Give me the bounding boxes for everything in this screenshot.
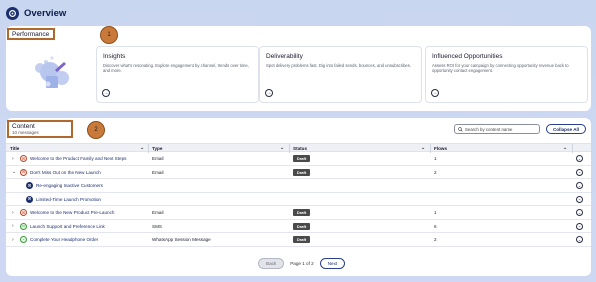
- page-indicator: Page 1 of 2: [290, 261, 314, 266]
- table-header: Title ⌄ Type ⌄ Status ⌄ Flows ⌄: [6, 143, 591, 153]
- email-icon: ✉: [20, 209, 27, 216]
- email-icon: ✉: [20, 155, 27, 162]
- sms-icon: ▭: [20, 222, 27, 230]
- content-search[interactable]: [454, 124, 540, 134]
- table-row[interactable]: ⌘ Limited-Time Launch Promotion ⌄: [6, 193, 591, 206]
- page-title: Overview: [24, 7, 67, 19]
- flow-icon: ⌘: [26, 195, 33, 203]
- content-title-link[interactable]: Limited-Time Launch Promotion: [36, 197, 101, 202]
- flows-count: 2: [434, 169, 437, 175]
- chevron-right-icon[interactable]: ›: [12, 237, 16, 243]
- content-title-link[interactable]: Launch Support and Preference Link: [30, 224, 105, 229]
- status-badge: Draft: [293, 236, 310, 243]
- search-input[interactable]: [464, 126, 539, 132]
- chevron-right-icon[interactable]: ›: [12, 223, 16, 229]
- status-badge: Draft: [293, 222, 310, 230]
- content-table: Title ⌄ Type ⌄ Status ⌄ Flows ⌄ › ✉ Welcom…: [6, 143, 591, 247]
- content-type: SMS: [152, 223, 162, 229]
- column-status[interactable]: Status: [293, 146, 307, 151]
- chevron-down-icon[interactable]: ⌄: [12, 169, 16, 175]
- row-actions-chevron-icon[interactable]: ⌄: [576, 155, 583, 162]
- arrow-right-icon[interactable]: →: [431, 89, 439, 97]
- flows-count: 1: [434, 156, 437, 161]
- deliverability-card[interactable]: Deliverability Spot delivery problems fa…: [259, 46, 422, 103]
- row-actions-chevron-icon[interactable]: ⌄: [576, 222, 583, 230]
- content-message-count: 10 messages: [12, 130, 39, 135]
- content-type: Email: [152, 156, 164, 161]
- status-badge: Draft: [293, 155, 310, 162]
- row-actions-chevron-icon[interactable]: ⌄: [576, 182, 583, 189]
- row-actions-chevron-icon[interactable]: ⌄: [576, 168, 583, 176]
- content-type: Email: [152, 169, 164, 175]
- next-button[interactable]: Next: [319, 258, 346, 269]
- deliverability-card-description: Spot delivery problems fast. Dig into fa…: [266, 63, 412, 68]
- step-badge-2: 2: [87, 121, 105, 139]
- wa-icon: ◔: [20, 236, 27, 243]
- flows-count: 1: [434, 210, 437, 215]
- content-title-link[interactable]: Welcome to the New Product Pre-Launch: [30, 210, 114, 215]
- insights-card[interactable]: Insights Discover what's resonating. Exp…: [96, 46, 259, 103]
- table-row[interactable]: › ▭ Launch Support and Preference Link SMS D…: [6, 220, 591, 233]
- column-flows[interactable]: Flows: [434, 146, 447, 151]
- flow-icon: ⌘: [26, 182, 33, 189]
- chevron-down-icon[interactable]: ⌄: [280, 145, 286, 151]
- row-actions-chevron-icon[interactable]: ⌄: [576, 195, 583, 203]
- flows-count: 2: [434, 237, 437, 242]
- table-row[interactable]: › ✉ Welcome to the New Product Pre-Launch E…: [6, 206, 591, 220]
- pagination: Back Page 1 of 2 Next: [258, 258, 346, 269]
- row-actions-chevron-icon[interactable]: ⌄: [576, 209, 583, 216]
- status-badge: Draft: [293, 209, 310, 216]
- email-icon: ✉: [20, 168, 27, 176]
- insights-card-title: Insights: [103, 53, 126, 60]
- status-badge: Draft: [293, 168, 310, 176]
- table-row[interactable]: ⌘ Re-engaging Inactive Customers ⌄: [6, 179, 591, 193]
- content-label: Content 10 messages: [7, 120, 73, 138]
- content-type: WhatsApp Session Message: [152, 237, 211, 242]
- deliverability-card-title: Deliverability: [266, 53, 303, 60]
- content-label-title: Content: [12, 123, 35, 130]
- column-type[interactable]: Type: [152, 146, 162, 151]
- performance-label: Performance: [7, 28, 55, 40]
- content-type: Email: [152, 210, 164, 215]
- flows-count: 6: [434, 223, 437, 229]
- performance-illustration: [35, 56, 69, 88]
- page-header: Overview: [6, 5, 66, 21]
- column-title[interactable]: Title: [10, 146, 19, 151]
- collapse-all-button[interactable]: Collapse All: [546, 124, 586, 134]
- influenced-opportunities-card[interactable]: Influenced Opportunities Assess ROI for …: [425, 46, 588, 103]
- chevron-down-icon[interactable]: ⌄: [421, 145, 427, 151]
- influenced-opportunities-card-description: Assess ROI for your campaign by connecti…: [432, 63, 569, 74]
- content-title-link[interactable]: Don't Miss Out on the New Launch: [30, 170, 101, 175]
- arrow-right-icon[interactable]: →: [265, 89, 273, 97]
- content-title-link[interactable]: Re-engaging Inactive Customers: [36, 183, 103, 188]
- insights-card-description: Discover what's resonating. Explore enga…: [103, 63, 249, 74]
- table-body: › ✉ Welcome to the Product Family and Next…: [6, 152, 591, 247]
- table-row[interactable]: › ✉ Welcome to the Product Family and Next…: [6, 152, 591, 166]
- row-actions-chevron-icon[interactable]: ⌄: [576, 236, 583, 243]
- influenced-opportunities-card-title: Influenced Opportunities: [432, 53, 503, 60]
- step-badge-1: 1: [100, 26, 118, 44]
- arrow-right-icon[interactable]: →: [102, 89, 110, 97]
- chevron-down-icon[interactable]: ⌄: [140, 145, 146, 151]
- app-logo-icon: [6, 6, 19, 20]
- back-button[interactable]: Back: [258, 258, 285, 269]
- search-icon: [458, 126, 463, 132]
- chevron-right-icon[interactable]: ›: [12, 156, 16, 162]
- content-title-link[interactable]: Complete Your Headphone Order: [30, 237, 98, 242]
- table-row[interactable]: › ◔ Complete Your Headphone Order WhatsApp …: [6, 233, 591, 247]
- chevron-right-icon[interactable]: ›: [12, 210, 16, 216]
- chevron-down-icon[interactable]: ⌄: [563, 145, 569, 151]
- table-row[interactable]: ⌄ ✉ Don't Miss Out on the New Launch Email D…: [6, 166, 591, 179]
- content-title-link[interactable]: Welcome to the Product Family and Next S…: [30, 156, 126, 161]
